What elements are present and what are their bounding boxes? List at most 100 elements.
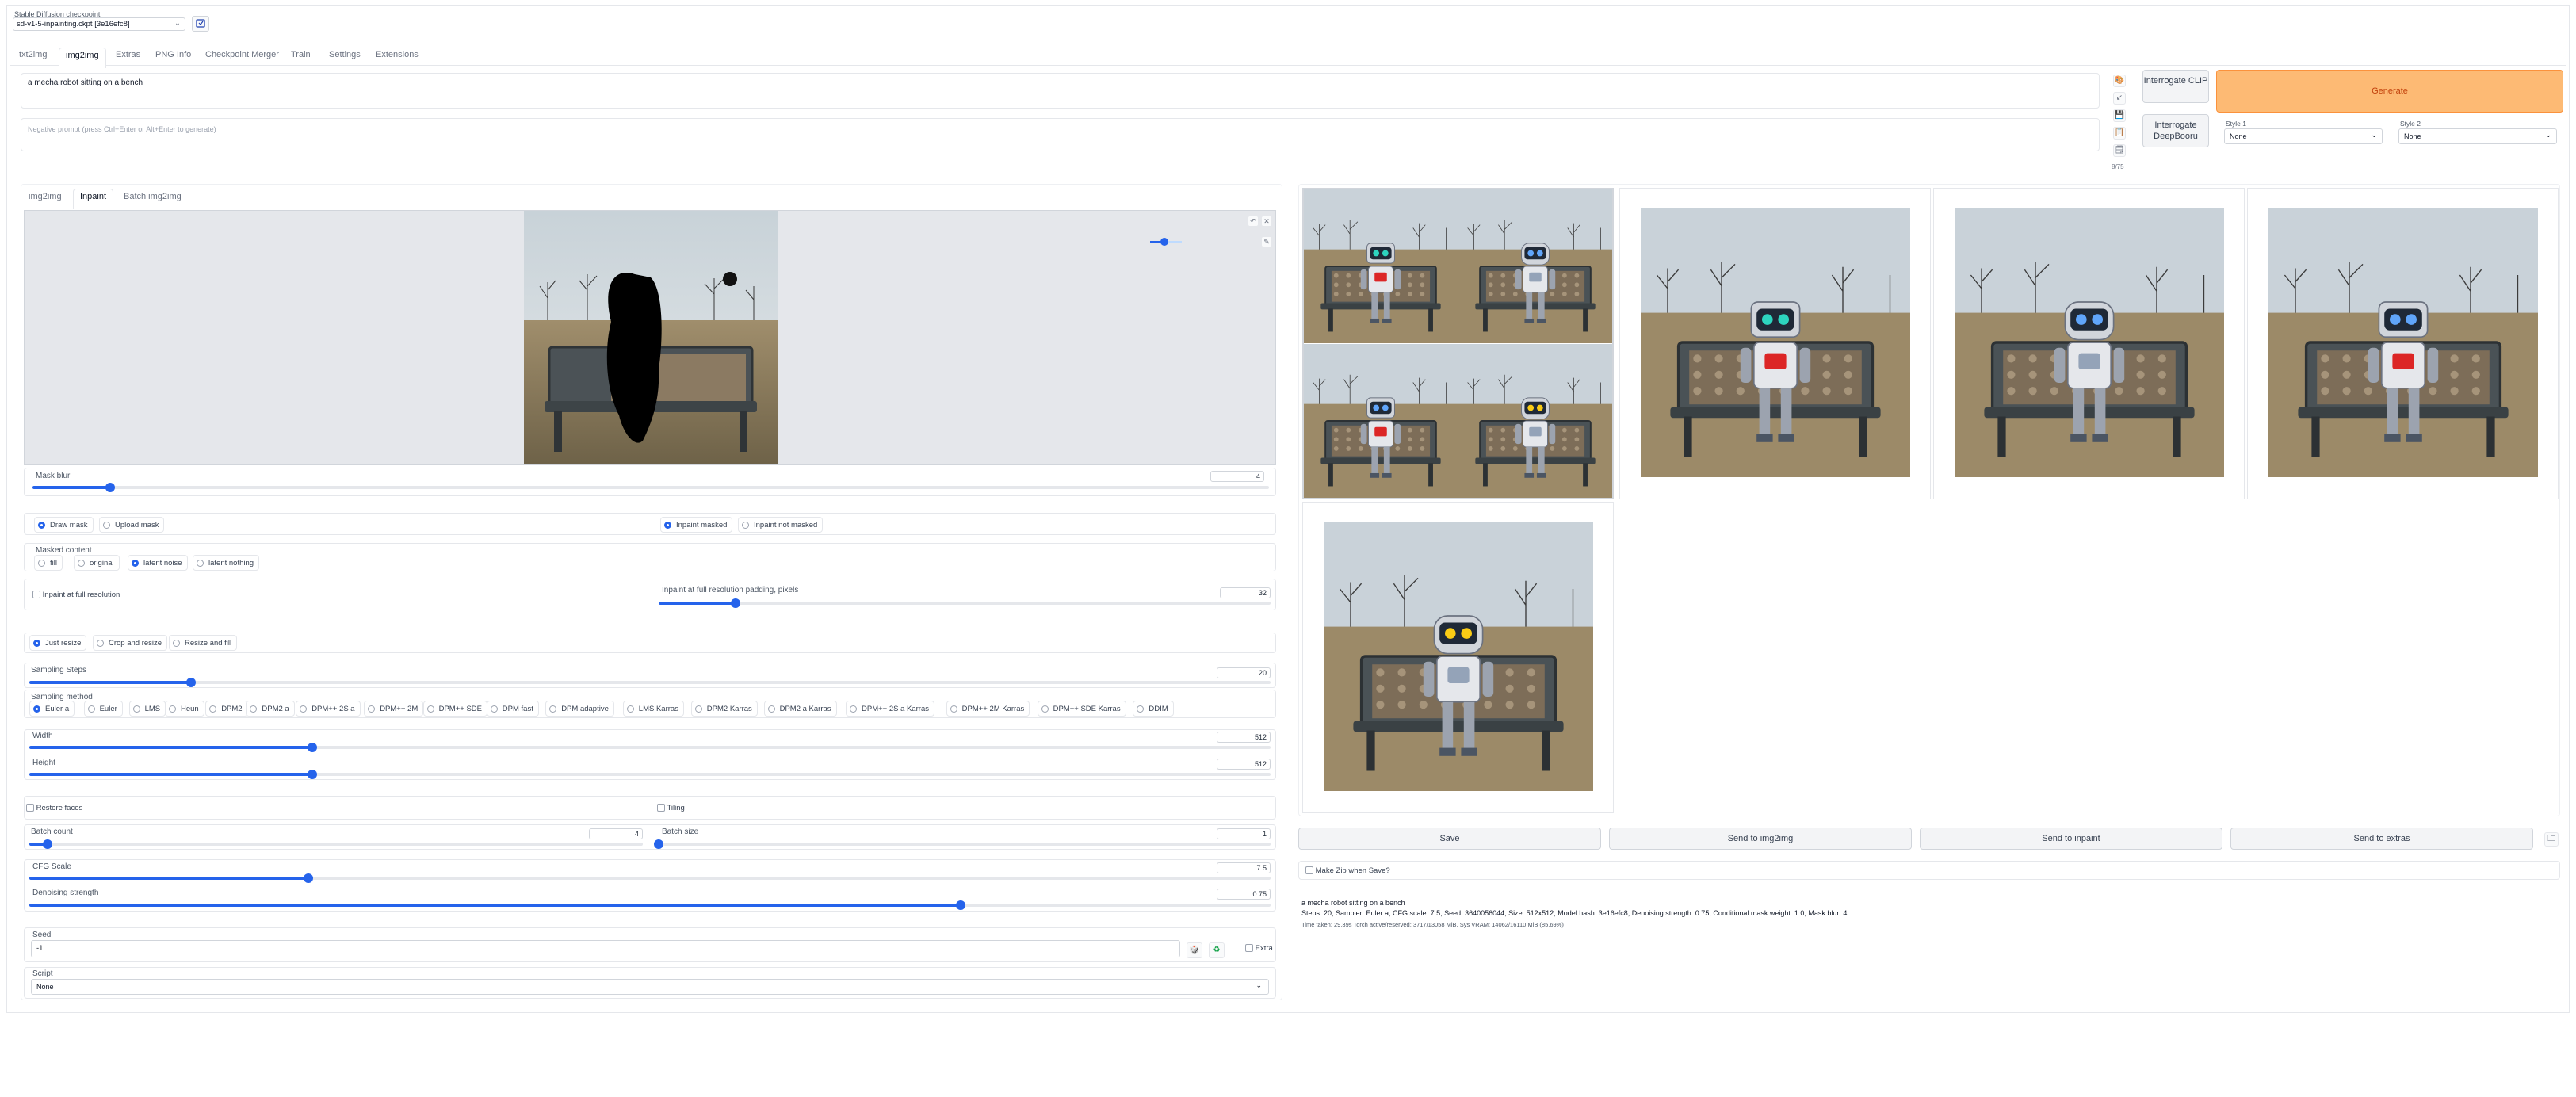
recycle-icon[interactable]: ♻ (1209, 942, 1225, 958)
radio-sampler-euler[interactable]: Euler (83, 701, 123, 717)
denoising-slider[interactable] (29, 900, 1271, 910)
tab-batch-img2img[interactable]: Batch img2img (124, 192, 182, 201)
sampling-steps-value[interactable]: 20 (1217, 667, 1271, 678)
radio-inpaint-masked[interactable]: Inpaint masked (660, 517, 733, 533)
batch-size-value[interactable]: 1 (1217, 828, 1271, 839)
interrogate-deepbooru-button[interactable]: Interrogate DeepBooru (2142, 114, 2209, 147)
slider-knob[interactable] (308, 770, 318, 779)
tab-png-info[interactable]: PNG Info (155, 50, 191, 59)
send-to-img2img-button[interactable]: Send to img2img (1609, 828, 1912, 850)
radio-sampler-dpm-fast[interactable]: DPM fast (486, 701, 539, 717)
batch-size-slider[interactable] (654, 839, 1271, 849)
script-select[interactable]: None ⌄ (31, 979, 1269, 995)
padding-slider[interactable] (659, 598, 1271, 608)
close-icon[interactable]: ✕ (1261, 216, 1272, 227)
width-value[interactable]: 512 (1217, 732, 1271, 743)
extra-checkbox[interactable]: Extra (1245, 944, 1273, 953)
tab-extras[interactable]: Extras (116, 50, 140, 59)
radio-inpaint-not-masked[interactable]: Inpaint not masked (738, 517, 824, 533)
slider-knob[interactable] (105, 483, 115, 492)
inpaint-canvas[interactable]: ↶ ✕ ✎ (24, 210, 1276, 465)
cfg-scale-slider[interactable] (29, 873, 1271, 883)
width-slider[interactable] (29, 743, 1271, 752)
slider-knob[interactable] (955, 900, 965, 910)
slider-knob[interactable] (730, 598, 740, 608)
clipboard-list-icon[interactable]: 🗒 (2113, 144, 2126, 157)
radio-sampler-dpm2-a[interactable]: DPM2 a (246, 701, 295, 717)
clipboard-icon[interactable]: 📋 (2113, 127, 2126, 140)
radio-crop-and-resize[interactable]: Crop and resize (93, 635, 168, 651)
padding-value[interactable]: 32 (1220, 587, 1271, 598)
tab-extensions[interactable]: Extensions (376, 50, 419, 59)
undo-icon[interactable]: ↶ (1248, 216, 1259, 227)
brush-size-slider[interactable] (1150, 238, 1182, 246)
batch-count-value[interactable]: 4 (589, 828, 643, 839)
radio-sampler-dpm2-a-karras[interactable]: DPM2 a Karras (763, 701, 837, 717)
style1-select[interactable]: None ⌄ (2224, 128, 2383, 144)
gallery-image-2[interactable] (1933, 188, 2245, 499)
mask-blur-value[interactable]: 4 (1210, 471, 1264, 482)
radio-latent-nothing[interactable]: latent nothing (193, 555, 260, 571)
radio-sampler-lms[interactable]: LMS (128, 701, 166, 717)
save-icon[interactable]: 💾 (2113, 109, 2126, 122)
gallery-image-4[interactable] (1302, 502, 1614, 813)
radio-sampler-heun[interactable]: Heun (165, 701, 204, 717)
radio-draw-mask[interactable]: Draw mask (34, 517, 94, 533)
gallery-image-1[interactable] (1619, 188, 1931, 499)
negative-prompt-input[interactable]: Negative prompt (press Ctrl+Enter or Alt… (21, 118, 2100, 151)
make-zip-checkbox[interactable]: Make Zip when Save? (1305, 866, 1390, 875)
radio-sampler-dpm-adaptive[interactable]: DPM adaptive (545, 701, 614, 717)
tab-img2img-sub[interactable]: img2img (29, 192, 62, 201)
slider-knob[interactable] (185, 678, 196, 687)
tab-train[interactable]: Train (291, 50, 311, 59)
radio-fill[interactable]: fill (34, 555, 63, 571)
save-button[interactable]: Save (1298, 828, 1601, 850)
interrogate-clip-button[interactable]: Interrogate CLIP (2142, 70, 2209, 103)
radio-sampler-dpm-2m-karras[interactable]: DPM++ 2M Karras (946, 701, 1030, 717)
gallery-grid-image[interactable] (1302, 188, 1614, 499)
slider-knob[interactable] (654, 839, 663, 849)
radio-sampler-lms-karras[interactable]: LMS Karras (622, 701, 684, 717)
seed-input[interactable]: -1 (31, 940, 1180, 957)
dice-icon[interactable]: 🎲 (1187, 942, 1202, 958)
brush-size-knob[interactable] (1160, 238, 1168, 246)
tab-inpaint[interactable]: Inpaint (73, 189, 114, 209)
batch-count-slider[interactable] (29, 839, 643, 849)
refresh-checkpoint-button[interactable] (192, 16, 209, 32)
sampling-steps-slider[interactable] (29, 678, 1271, 687)
slider-knob[interactable] (43, 839, 53, 849)
radio-upload-mask[interactable]: Upload mask (99, 517, 165, 533)
paint-palette-icon[interactable]: 🎨 (2113, 75, 2126, 87)
tab-txt2img[interactable]: txt2img (19, 50, 47, 59)
radio-sampler-ddim[interactable]: DDIM (1133, 701, 1174, 717)
style2-select[interactable]: None ⌄ (2398, 128, 2557, 144)
radio-sampler-dpm2-karras[interactable]: DPM2 Karras (690, 701, 758, 717)
radio-sampler-dpm-2s-a-karras[interactable]: DPM++ 2S a Karras (846, 701, 935, 717)
radio-original[interactable]: original (74, 555, 120, 571)
prompt-input[interactable]: a mecha robot sitting on a bench (21, 73, 2100, 109)
brush-icon[interactable]: ✎ (1261, 236, 1272, 247)
checkpoint-select[interactable]: sd-v1-5-inpainting.ckpt [3e16efc8] ⌄ (13, 17, 185, 31)
tab-settings[interactable]: Settings (329, 50, 361, 59)
cfg-scale-value[interactable]: 7.5 (1217, 862, 1271, 873)
mask-blur-slider[interactable] (32, 483, 1269, 492)
full-res-checkbox[interactable]: Inpaint at full resolution (32, 591, 120, 599)
restore-faces-checkbox[interactable]: Restore faces (26, 804, 82, 812)
height-value[interactable]: 512 (1217, 759, 1271, 770)
folder-icon[interactable]: 🗀 (2544, 832, 2559, 847)
send-to-extras-button[interactable]: Send to extras (2230, 828, 2533, 850)
radio-sampler-dpm-sde[interactable]: DPM++ SDE (422, 701, 487, 717)
radio-latent-noise[interactable]: latent noise (128, 555, 188, 571)
arrow-icon[interactable]: ↙ (2113, 92, 2126, 105)
send-to-inpaint-button[interactable]: Send to inpaint (1920, 828, 2222, 850)
generate-button[interactable]: Generate (2216, 70, 2563, 113)
radio-sampler-dpm-2s-a[interactable]: DPM++ 2S a (296, 701, 361, 717)
radio-just-resize[interactable]: Just resize (29, 635, 87, 651)
slider-knob[interactable] (308, 743, 318, 752)
gallery-image-3[interactable] (2247, 188, 2559, 499)
radio-sampler-euler-a[interactable]: Euler a (29, 701, 75, 717)
height-slider[interactable] (29, 770, 1271, 779)
slider-knob[interactable] (304, 873, 314, 883)
tab-img2img[interactable]: img2img (59, 48, 106, 68)
tab-checkpoint-merger[interactable]: Checkpoint Merger (205, 50, 279, 59)
